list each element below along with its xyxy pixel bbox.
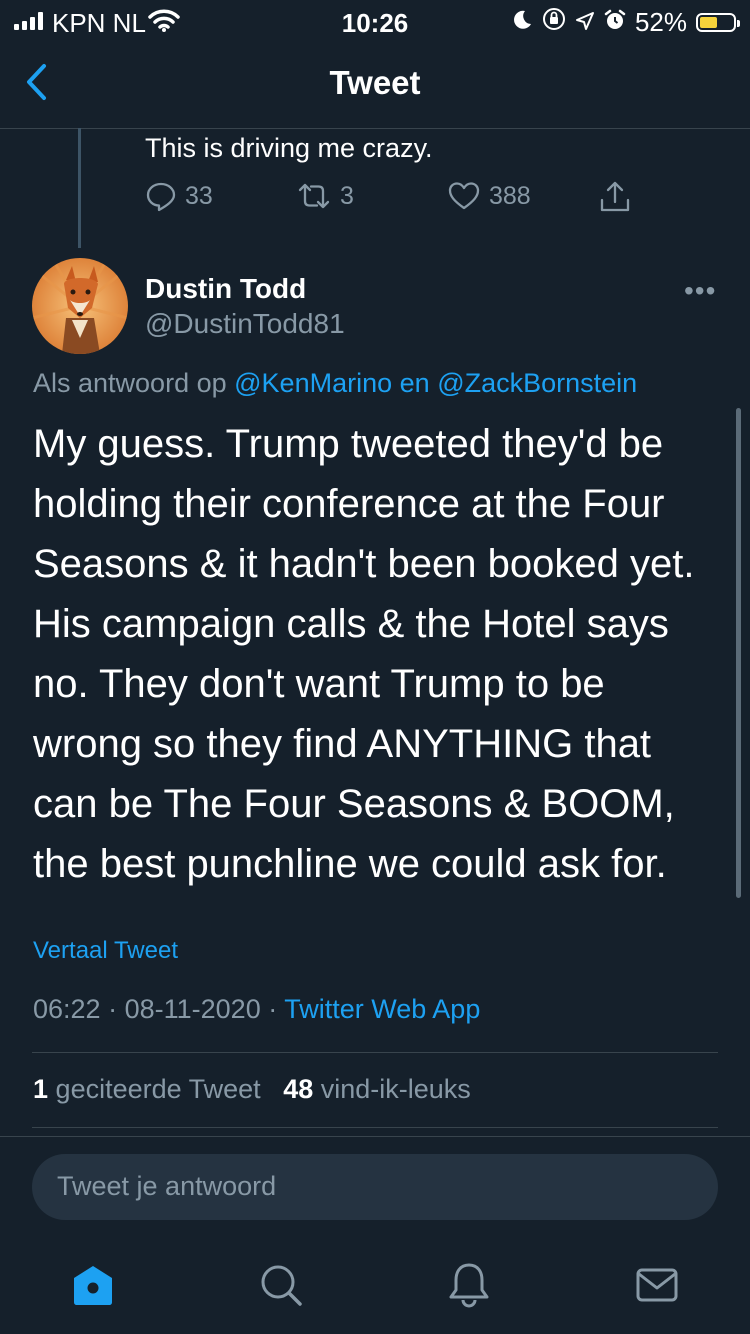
battery-level — [700, 17, 717, 28]
quote-label: geciteerde Tweet — [55, 1074, 261, 1104]
author-name[interactable]: Dustin Todd — [145, 273, 306, 305]
reply-context: Als antwoord op @KenMarino en @ZackBorns… — [33, 368, 637, 399]
like-count: 388 — [489, 181, 531, 210]
status-bar: KPN NL 10:26 52% — [0, 0, 750, 42]
tweet-stats: 1 geciteerde Tweet 48 vind-ik-leuks — [33, 1074, 471, 1105]
tweet-line: holding their conference at the Four — [33, 482, 665, 526]
meta-separator: · — [268, 994, 278, 1024]
tab-notifications[interactable] — [446, 1262, 492, 1308]
retweet-button[interactable]: 3 — [296, 180, 354, 212]
alarm-icon — [604, 7, 626, 38]
likes-count: 48 — [283, 1074, 314, 1104]
tab-home[interactable] — [70, 1262, 116, 1308]
meta-separator: · — [108, 994, 118, 1024]
nav-divider — [0, 128, 750, 129]
notifications-icon — [449, 1263, 489, 1308]
tab-messages[interactable] — [634, 1262, 680, 1308]
author-handle[interactable]: @DustinTodd81 — [145, 308, 345, 340]
tweet-time: 06:22 — [33, 994, 101, 1024]
quote-count: 1 — [33, 1074, 49, 1104]
tab-search[interactable] — [258, 1262, 304, 1308]
quote-tweets-stat[interactable]: 1 geciteerde Tweet — [33, 1074, 261, 1104]
thread-line — [78, 128, 81, 248]
moon-icon — [511, 7, 533, 38]
tweet-body: My guess. Trump tweeted they'd be holdin… — [33, 414, 723, 894]
divider — [0, 1136, 750, 1137]
translate-link[interactable]: Vertaal Tweet — [33, 937, 178, 965]
reply-input[interactable]: Tweet je antwoord — [32, 1154, 718, 1220]
tweet-date: 08-11-2020 — [124, 994, 261, 1024]
reply-joiner[interactable]: en — [400, 368, 430, 398]
tweet-line: no. They don't want Trump to be — [33, 662, 605, 706]
avatar[interactable] — [32, 258, 128, 354]
more-options-button[interactable]: ••• — [684, 275, 716, 307]
tweet-line: can be The Four Seasons & BOOM, — [33, 782, 675, 826]
scrollbar[interactable] — [736, 408, 741, 898]
mention-link[interactable]: @ZackBornstein — [437, 368, 637, 398]
tweet-meta: 06:22 · 08-11-2020 · Twitter Web App — [33, 994, 480, 1025]
heart-icon — [448, 182, 480, 210]
reply-icon — [146, 182, 176, 212]
like-button[interactable]: 388 — [447, 180, 531, 212]
mention-link[interactable]: @KenMarino — [234, 368, 392, 398]
tweet-line: the best punchline we could ask for. — [33, 842, 667, 886]
share-button[interactable] — [598, 180, 632, 214]
home-icon — [74, 1266, 112, 1305]
retweet-count: 3 — [340, 181, 354, 210]
messages-icon — [636, 1268, 678, 1302]
reply-count: 33 — [185, 181, 213, 210]
battery-percent: 52% — [634, 7, 687, 37]
tweet-line: Seasons & it hadn't been booked yet. — [33, 542, 695, 586]
likes-label: vind-ik-leuks — [320, 1074, 471, 1104]
tweet-line: wrong so they find ANYTHING that — [33, 722, 652, 766]
tweet-line: My guess. Trump tweeted they'd be — [33, 422, 664, 466]
reply-button[interactable]: 33 — [145, 180, 213, 212]
divider — [32, 1052, 718, 1053]
location-icon — [575, 7, 595, 38]
divider — [32, 1127, 718, 1128]
likes-stat[interactable]: 48 vind-ik-leuks — [283, 1074, 471, 1104]
search-icon — [261, 1265, 302, 1306]
tweet-line: His campaign calls & the Hotel says — [33, 602, 669, 646]
orientation-lock-icon — [542, 7, 566, 38]
retweet-icon — [298, 183, 330, 209]
previous-tweet-text[interactable]: This is driving me crazy. — [145, 133, 433, 164]
reply-prefix: Als antwoord op — [33, 368, 227, 398]
page-title: Tweet — [329, 64, 421, 101]
battery-icon — [696, 13, 740, 32]
tweet-source-link[interactable]: Twitter Web App — [284, 994, 480, 1024]
share-icon — [600, 181, 630, 212]
